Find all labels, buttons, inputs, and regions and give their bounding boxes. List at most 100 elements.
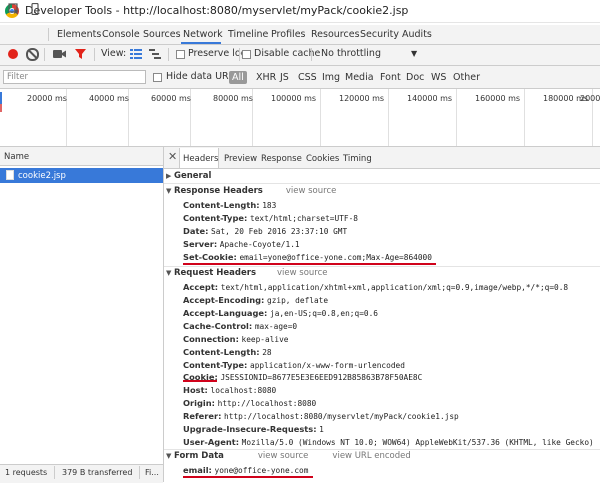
type-filter-css[interactable]: CSS — [295, 71, 320, 84]
tab-response[interactable]: Response — [261, 154, 302, 164]
form-data-title: Form Data — [174, 451, 224, 461]
request-count: 1 requests — [5, 468, 48, 477]
tab-headers[interactable]: Headers — [183, 154, 218, 164]
request-headers-toggle[interactable]: ▼ Request Headers view source — [166, 268, 328, 280]
toolbar-divider — [94, 48, 95, 61]
toolbar-divider — [48, 28, 49, 41]
timeline-tick: 140000 ms — [407, 94, 453, 103]
request-header-row: Cache-Control: max-age=0 — [183, 321, 298, 331]
tab-profiles[interactable]: Profiles — [271, 29, 306, 40]
request-header-row: Content-Type: application/x-www-form-url… — [183, 360, 405, 370]
tab-cookies[interactable]: Cookies — [306, 154, 339, 164]
toolbar-divider — [311, 48, 312, 61]
request-list — [0, 147, 164, 482]
tab-timing[interactable]: Timing — [343, 154, 372, 164]
request-header-row: Content-Length: 28 — [183, 347, 272, 357]
disable-cache-checkbox[interactable] — [242, 50, 251, 59]
active-tab-indicator — [181, 42, 221, 44]
request-header-row: Accept-Language: ja,en-US;q=0.8,en;q=0.6 — [183, 308, 378, 318]
highlight-underline — [183, 380, 217, 382]
toolbar-divider — [239, 48, 240, 61]
clear-button[interactable] — [26, 48, 39, 61]
tab-elements[interactable]: Elements — [57, 29, 101, 40]
tab-resources[interactable]: Resources — [311, 29, 360, 40]
record-button[interactable] — [8, 49, 18, 59]
timeline-tick: 120000 ms — [339, 94, 385, 103]
form-data-toggle[interactable]: ▼ Form Data view source view URL encoded — [166, 451, 411, 463]
grid-line — [524, 89, 525, 146]
tab-audits[interactable]: Audits — [402, 29, 432, 40]
close-icon[interactable]: ✕ — [168, 151, 177, 163]
throttling-select[interactable]: No throttling — [321, 48, 381, 59]
device-mode-icon[interactable] — [29, 2, 41, 16]
tab-security[interactable]: Security — [360, 29, 399, 40]
section-divider — [164, 266, 600, 267]
timeline-bar — [0, 92, 2, 104]
inspect-element-icon[interactable] — [8, 3, 20, 15]
transferred-size: 379 B transferred — [62, 468, 133, 477]
section-divider — [164, 449, 600, 450]
request-header-row: Accept-Encoding: gzip, deflate — [183, 295, 329, 305]
request-header-row: Origin: http://localhost:8080 — [183, 398, 317, 408]
large-rows-icon[interactable] — [130, 49, 142, 62]
timeline-tick: 160000 ms — [475, 94, 521, 103]
response-header-row: Server: Apache-Coyote/1.1 — [183, 239, 300, 249]
type-filter-xhr[interactable]: XHR — [253, 71, 279, 84]
response-headers-title: Response Headers — [174, 186, 263, 196]
toolbar-divider — [44, 48, 45, 61]
type-filter-doc[interactable]: Doc — [403, 71, 427, 84]
request-header-row: Accept: text/html,application/xhtml+xml,… — [183, 282, 569, 292]
grid-line — [456, 89, 457, 146]
view-url-encoded-link[interactable]: view URL encoded — [332, 451, 410, 461]
window-title: Developer Tools - http://localhost:8080/… — [25, 4, 409, 17]
request-header-row: Connection: keep-alive — [183, 334, 289, 344]
type-filter-js[interactable]: JS — [277, 71, 292, 84]
view-source-link[interactable]: view source — [277, 268, 328, 278]
timeline-tick: 20000 ms — [27, 94, 67, 103]
form-data-row: email: yone@office-yone.com — [183, 465, 309, 475]
finish-time: Fi... — [145, 468, 159, 477]
overview-waterfall-icon[interactable] — [149, 49, 161, 62]
view-source-link[interactable]: view source — [286, 186, 337, 196]
chevron-down-icon[interactable]: ▼ — [411, 49, 417, 58]
hide-data-urls-label: Hide data URLs — [166, 71, 239, 82]
general-title: General — [174, 171, 212, 181]
type-filter-font[interactable]: Font — [377, 71, 404, 84]
type-filter-ws[interactable]: WS — [428, 71, 449, 84]
response-header-row: Content-Type: text/html;charset=UTF-8 — [183, 213, 358, 223]
timeline-tick: 2000 — [580, 94, 600, 103]
timeline-tick: 60000 ms — [151, 94, 191, 103]
video-camera-icon[interactable] — [53, 49, 66, 62]
type-filter-all[interactable]: All — [229, 71, 247, 84]
hide-data-urls-checkbox[interactable] — [153, 73, 162, 82]
tab-preview[interactable]: Preview — [224, 154, 257, 164]
filter-funnel-icon[interactable] — [75, 49, 86, 62]
request-header-row: User-Agent: Mozilla/5.0 (Windows NT 10.0… — [183, 437, 594, 447]
type-filter-img[interactable]: Img — [319, 71, 343, 84]
tab-sources[interactable]: Sources — [143, 29, 181, 40]
set-cookie-header-row: Set-Cookie: email=yone@office-yone.com;M… — [183, 252, 432, 262]
request-name[interactable]: cookie2.jsp — [18, 171, 66, 181]
collapse-triangle-icon: ▼ — [166, 187, 172, 195]
cookie-header-row: Cookie: JSESSIONID=8677E5E3E6EED912B8586… — [183, 372, 423, 382]
type-filter-other[interactable]: Other — [450, 71, 483, 84]
toolbar-divider — [168, 48, 169, 61]
tab-timeline[interactable]: Timeline — [228, 29, 268, 40]
tab-network[interactable]: Network — [183, 29, 223, 40]
highlight-underline — [183, 476, 313, 478]
general-section-toggle[interactable]: ▶ General — [166, 171, 211, 183]
view-source-link[interactable]: view source — [258, 451, 309, 461]
grid-line — [388, 89, 389, 146]
timeline-tick: 100000 ms — [271, 94, 317, 103]
grid-line — [320, 89, 321, 146]
tab-console[interactable]: Console — [102, 29, 140, 40]
response-header-row: Date: Sat, 20 Feb 2016 23:37:10 GMT — [183, 226, 348, 236]
timeline-tick: 80000 ms — [213, 94, 253, 103]
response-headers-toggle[interactable]: ▼ Response Headers view source — [166, 186, 336, 198]
preserve-log-checkbox[interactable] — [176, 50, 185, 59]
type-filter-media[interactable]: Media — [342, 71, 377, 84]
collapse-triangle-icon: ▼ — [166, 452, 172, 460]
request-header-row: Host: localhost:8080 — [183, 385, 277, 395]
filter-input[interactable] — [3, 70, 146, 84]
status-divider — [54, 466, 55, 479]
